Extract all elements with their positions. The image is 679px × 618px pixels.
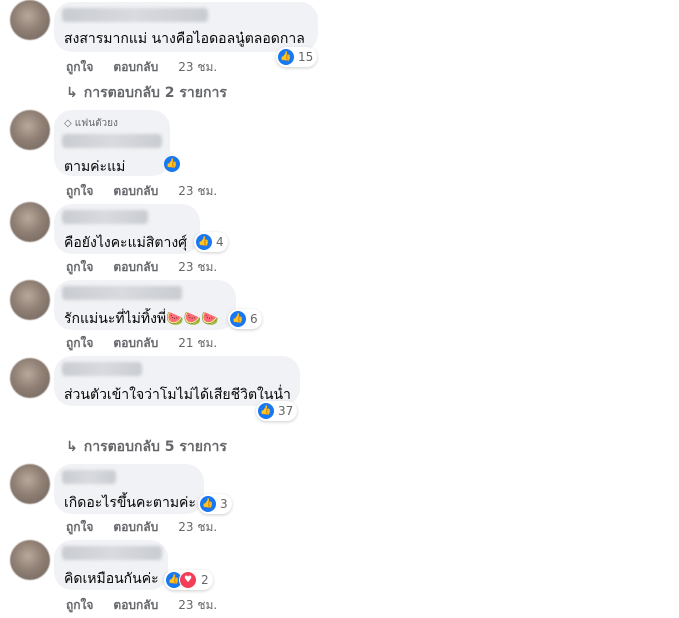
badge-label: แฟนตัวยง bbox=[74, 118, 118, 129]
thumbs-up-icon: 👍 bbox=[196, 234, 212, 250]
author-name-blurred[interactable] bbox=[62, 546, 162, 560]
like-button[interactable]: ถูกใจ bbox=[66, 182, 93, 201]
comment-text: เกิดอะไรขึ้นคะตามค่ะ bbox=[64, 495, 196, 511]
author-name-blurred[interactable] bbox=[62, 362, 142, 376]
like-button[interactable]: ถูกใจ bbox=[66, 58, 93, 77]
comment-text: สงสารมากแม่ นางคือไอดอลนู๋ตลอดกาล bbox=[64, 31, 305, 47]
thumbs-up-icon: 👍 bbox=[200, 496, 216, 512]
avatar[interactable] bbox=[10, 280, 50, 320]
reaction-summary[interactable]: 👍 3 bbox=[198, 494, 232, 514]
fan-badge[interactable]: ◇ แฟนตัวยง bbox=[64, 116, 118, 131]
author-name-blurred[interactable] bbox=[62, 470, 116, 484]
view-replies-label: การตอบกลับ 5 รายการ bbox=[83, 439, 227, 455]
reaction-summary[interactable]: 👍 37 bbox=[256, 401, 298, 421]
comment-text: คือยังไงคะแม่สิตางศุ์ bbox=[64, 235, 188, 251]
thumbs-up-icon: 👍 bbox=[230, 311, 246, 327]
comment-actions: ถูกใจ ตอบกลับ 21 ชม. bbox=[66, 334, 237, 353]
comment-time[interactable]: 23 ชม. bbox=[178, 518, 217, 537]
like-button[interactable]: ถูกใจ bbox=[66, 518, 93, 537]
comment-bubble: ◇ แฟนตัวยง ตามค่ะแม่ bbox=[54, 110, 170, 176]
reaction-summary[interactable]: 👍 bbox=[162, 154, 184, 174]
avatar[interactable] bbox=[10, 0, 50, 40]
comment-bubble: คือยังไงคะแม่สิตางศุ์ bbox=[54, 204, 200, 254]
diamond-icon: ◇ bbox=[64, 118, 72, 129]
comment-text: คิดเหมือนกันค่ะ bbox=[64, 571, 159, 587]
comment-time[interactable]: 23 ชม. bbox=[178, 258, 217, 277]
reaction-summary[interactable]: 👍 ♥ 2 bbox=[164, 570, 213, 590]
reaction-summary[interactable]: 👍 6 bbox=[228, 309, 262, 329]
avatar[interactable] bbox=[10, 464, 50, 504]
reaction-count: 3 bbox=[220, 497, 228, 511]
avatar[interactable] bbox=[10, 540, 50, 580]
view-replies-label: การตอบกลับ 2 รายการ bbox=[83, 85, 227, 101]
view-replies-link[interactable]: ↳ การตอบกลับ 2 รายการ bbox=[66, 82, 227, 104]
comment-text: ส่วนตัวเข้าใจว่าโมไม่ได้เสียชีวิตในน่ำ bbox=[64, 387, 291, 403]
author-name-blurred[interactable] bbox=[62, 8, 208, 22]
like-button[interactable]: ถูกใจ bbox=[66, 258, 93, 277]
thumbs-up-icon: 👍 bbox=[258, 403, 274, 419]
reply-button[interactable]: ตอบกลับ bbox=[113, 258, 158, 277]
view-replies-link[interactable]: ↳ การตอบกลับ 5 รายการ bbox=[66, 436, 227, 458]
author-name-blurred[interactable] bbox=[62, 210, 148, 224]
reaction-summary[interactable]: 👍 4 bbox=[194, 232, 228, 252]
reaction-count: 15 bbox=[298, 50, 314, 64]
thumbs-up-icon: 👍 bbox=[278, 49, 294, 65]
comment-bubble: เกิดอะไรขึ้นคะตามค่ะ bbox=[54, 464, 204, 514]
avatar[interactable] bbox=[10, 110, 50, 150]
avatar[interactable] bbox=[10, 358, 50, 398]
comment-time[interactable]: 23 ชม. bbox=[178, 58, 217, 77]
reply-button[interactable]: ตอบกลับ bbox=[113, 182, 158, 201]
comment-bubble: รักแม่นะที่ไม่ทิ้งพี่🍉🍉🍉 bbox=[54, 280, 236, 330]
reply-arrow-icon: ↳ bbox=[66, 85, 78, 101]
reply-arrow-icon: ↳ bbox=[66, 439, 78, 455]
reaction-count: 4 bbox=[216, 235, 224, 249]
comment-bubble: คิดเหมือนกันค่ะ bbox=[54, 540, 168, 590]
comment-time[interactable]: 21 ชม. bbox=[178, 334, 217, 353]
comment-actions: ถูกใจ ตอบกลับ 23 ชม. bbox=[66, 596, 237, 615]
comment-actions: ถูกใจ ตอบกลับ 23 ชม. bbox=[66, 518, 237, 537]
comment-text: ตามค่ะแม่ bbox=[64, 159, 126, 175]
avatar[interactable] bbox=[10, 202, 50, 242]
comment-bubble: ส่วนตัวเข้าใจว่าโมไม่ได้เสียชีวิตในน่ำ bbox=[54, 356, 300, 406]
reaction-count: 37 bbox=[278, 404, 294, 418]
comment-text: รักแม่นะที่ไม่ทิ้งพี่🍉🍉🍉 bbox=[64, 311, 219, 327]
author-name-blurred[interactable] bbox=[62, 134, 162, 148]
reply-button[interactable]: ตอบกลับ bbox=[113, 518, 158, 537]
like-button[interactable]: ถูกใจ bbox=[66, 596, 93, 615]
comment-bubble: สงสารมากแม่ นางคือไอดอลนู๋ตลอดกาล bbox=[54, 2, 318, 52]
author-name-blurred[interactable] bbox=[62, 286, 182, 300]
reply-button[interactable]: ตอบกลับ bbox=[113, 58, 158, 77]
comment-actions: ถูกใจ ตอบกลับ 23 ชม. bbox=[66, 258, 237, 277]
comment-actions: ถูกใจ ตอบกลับ 23 ชม. bbox=[66, 182, 237, 201]
reaction-summary[interactable]: 👍 15 bbox=[276, 47, 318, 67]
reply-button[interactable]: ตอบกลับ bbox=[113, 334, 158, 353]
heart-icon: ♥ bbox=[179, 571, 197, 589]
comment-actions: ถูกใจ ตอบกลับ 23 ชม. bbox=[66, 58, 237, 77]
reply-button[interactable]: ตอบกลับ bbox=[113, 596, 158, 615]
reaction-count: 2 bbox=[201, 573, 209, 587]
comment-time[interactable]: 23 ชม. bbox=[178, 596, 217, 615]
like-button[interactable]: ถูกใจ bbox=[66, 334, 93, 353]
thumbs-up-icon: 👍 bbox=[164, 156, 180, 172]
reaction-count: 6 bbox=[250, 312, 258, 326]
comment-time[interactable]: 23 ชม. bbox=[178, 182, 217, 201]
